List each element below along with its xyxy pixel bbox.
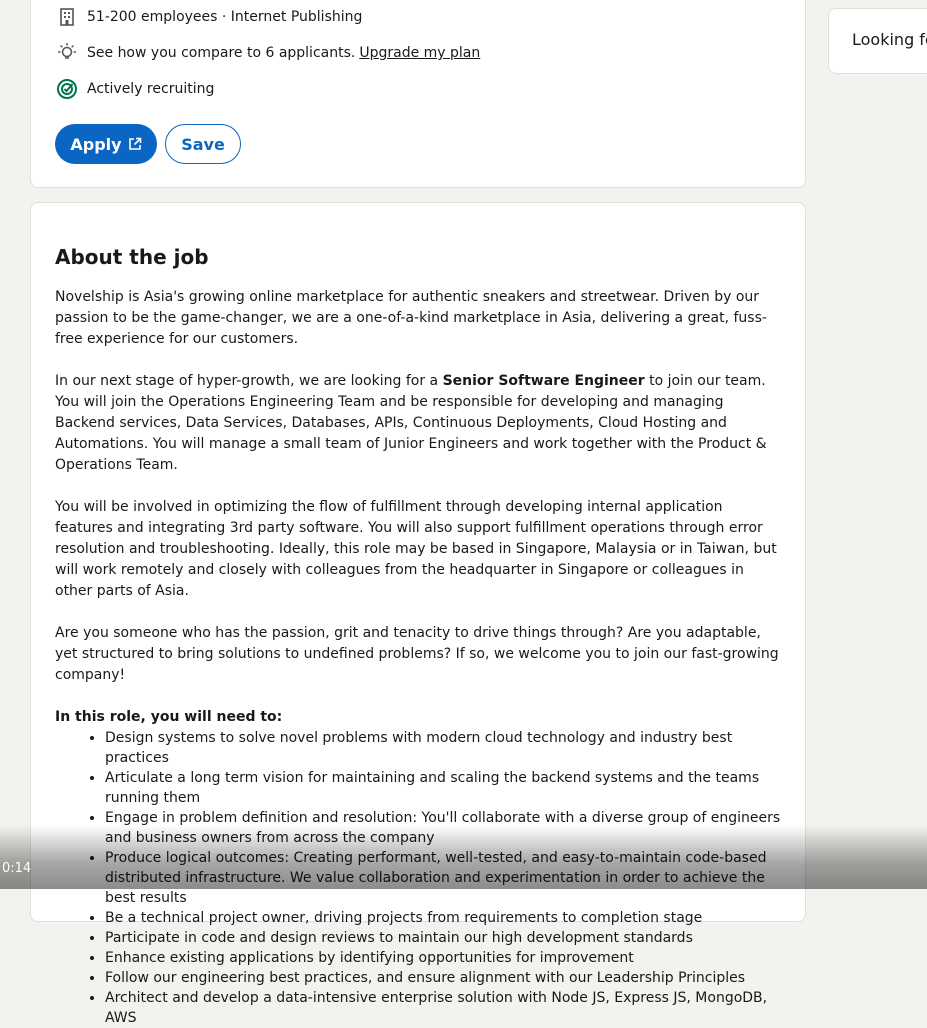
list-item: Articulate a long term vision for mainta… [105,768,783,808]
building-icon [55,5,79,29]
job-title-highlight: Senior Software Engineer [442,373,645,389]
description-paragraph: Novelship is Asia's growing online marke… [55,289,767,347]
side-card: Looking fo [828,8,927,74]
job-top-card: 51-200 employees · Internet Publishing S… [30,0,806,188]
video-overlay-bar [0,825,927,889]
list-item: Participate in code and design reviews t… [105,928,783,948]
list-item: Architect and develop a data-intensive e… [105,988,783,1028]
apply-button[interactable]: Apply [55,124,157,164]
about-job-title: About the job [55,245,209,269]
recruiting-text: Actively recruiting [87,81,215,97]
description-paragraph: You will be involved in optimizing the f… [55,499,777,599]
compare-row: See how you compare to 6 applicants. Upg… [55,41,480,65]
list-item: Enhance existing applications by identif… [105,948,783,968]
list-item: Follow our engineering best practices, a… [105,968,783,988]
compare-text: See how you compare to 6 applicants. [87,45,356,61]
list-item: Be a technical project owner, driving pr… [105,908,783,928]
lightbulb-icon [55,41,79,65]
side-card-text: Looking fo [852,30,927,49]
company-size-text: 51-200 employees · Internet Publishing [87,9,363,25]
external-link-icon [128,137,141,150]
company-size-row: 51-200 employees · Internet Publishing [55,5,362,29]
about-job-card: About the job Novelship is Asia's growin… [30,202,806,1026]
role-heading: In this role, you will need to: [55,709,283,725]
description-paragraph: In our next stage of hyper-growth, we ar… [55,373,767,473]
recruiting-row: Actively recruiting [55,77,214,101]
description-paragraph: Are you someone who has the passion, gri… [55,625,779,683]
save-button[interactable]: Save [165,124,241,164]
list-item: Design systems to solve novel problems w… [105,728,783,768]
job-description: Novelship is Asia's growing online marke… [55,287,783,1028]
apply-label: Apply [70,134,122,154]
video-timestamp: 0:14 [2,861,32,876]
target-icon [55,77,79,101]
upgrade-plan-link[interactable]: Upgrade my plan [359,45,480,61]
